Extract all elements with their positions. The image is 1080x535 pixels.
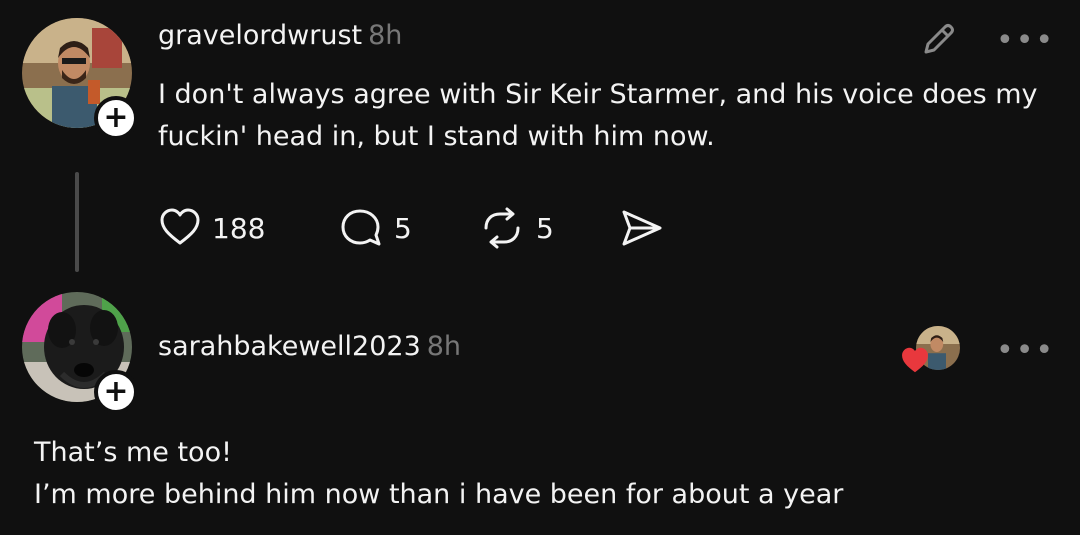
repost-icon: [484, 207, 520, 249]
post-more-icon[interactable]: •••: [996, 26, 1055, 56]
post-header: gravelordwrust 8h: [158, 20, 402, 51]
post-body: I don't always agree with Sir Keir Starm…: [158, 74, 1048, 158]
reply-follow-button[interactable]: +: [94, 370, 138, 414]
reply-more-icon[interactable]: •••: [996, 336, 1055, 366]
reply-body: That’s me too! I’m more behind him now t…: [34, 432, 843, 516]
post-text-line1: I don't always agree with Sir Keir Starm…: [158, 79, 1038, 110]
thread-line: [75, 172, 79, 272]
post-time: 8h: [368, 20, 403, 51]
reply-header: sarahbakewell2023 8h: [158, 331, 461, 362]
reply-username[interactable]: sarahbakewell2023: [158, 331, 421, 362]
repost-button[interactable]: 5: [478, 206, 554, 250]
like-count: 188: [212, 211, 266, 245]
heart-icon: [160, 208, 200, 245]
edit-icon[interactable]: [918, 20, 958, 64]
reply-button[interactable]: 5: [338, 206, 412, 250]
like-button[interactable]: 188: [158, 206, 265, 250]
post-text-line2: fuckin' head in, but I stand with him no…: [158, 121, 715, 152]
reply-time: 8h: [426, 331, 462, 362]
share-icon: [622, 210, 662, 246]
comment-icon: [341, 209, 381, 246]
repost-count: 5: [536, 211, 554, 245]
share-button[interactable]: [618, 206, 666, 250]
reply-count: 5: [394, 211, 412, 245]
reply-text-line1: That’s me too!: [34, 437, 232, 468]
follow-button[interactable]: +: [94, 96, 138, 140]
post-username[interactable]: gravelordwrust: [158, 20, 362, 51]
reply-text-line2: I’m more behind him now than i have been…: [34, 479, 844, 510]
author-liked-heart-icon: [900, 346, 930, 378]
